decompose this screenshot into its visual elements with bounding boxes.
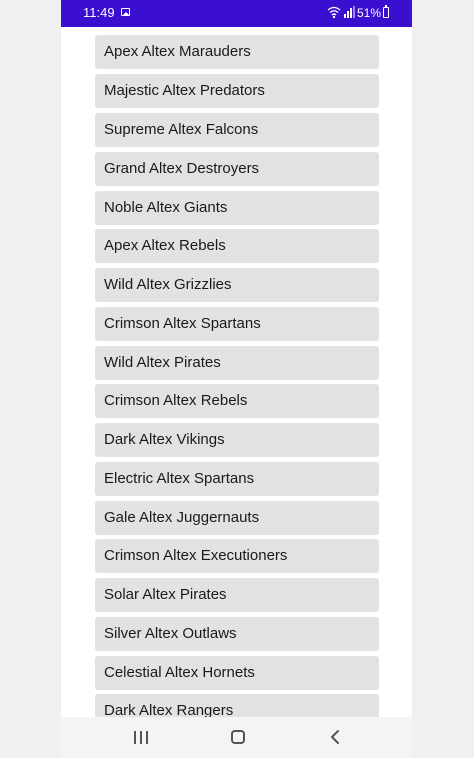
list-item[interactable]: Gale Altex Juggernauts [95, 501, 379, 535]
list-item[interactable]: Silver Altex Outlaws [95, 617, 379, 651]
list-item[interactable]: Crimson Altex Rebels [95, 384, 379, 418]
image-icon [121, 8, 130, 16]
phone-screen: 11:49 51% Apex Altex Marauders Majestic … [61, 0, 412, 758]
list-item[interactable]: Dark Altex Vikings [95, 423, 379, 457]
battery-icon [383, 5, 389, 18]
list-item[interactable]: Apex Altex Rebels [95, 229, 379, 263]
list-item[interactable]: Apex Altex Marauders [95, 35, 379, 69]
recents-icon[interactable] [134, 731, 148, 744]
battery-percentage: 51% [357, 6, 382, 20]
list-item[interactable]: Majestic Altex Predators [95, 74, 379, 108]
status-bar: 11:49 51% [61, 0, 412, 27]
list-item[interactable]: Supreme Altex Falcons [95, 113, 379, 147]
list-item[interactable]: Wild Altex Grizzlies [95, 268, 379, 302]
list-item[interactable]: Celestial Altex Hornets [95, 656, 379, 690]
signal-icon [344, 6, 355, 18]
back-icon[interactable] [329, 729, 341, 745]
home-icon[interactable] [231, 730, 245, 744]
status-time: 11:49 [83, 5, 115, 20]
list-item[interactable]: Solar Altex Pirates [95, 578, 379, 612]
list-item[interactable]: Noble Altex Giants [95, 191, 379, 225]
list-item[interactable]: Crimson Altex Spartans [95, 307, 379, 341]
team-list-container[interactable]: Apex Altex Marauders Majestic Altex Pred… [79, 27, 411, 717]
list-item[interactable]: Dark Altex Rangers [95, 694, 379, 717]
list-item[interactable]: Grand Altex Destroyers [95, 152, 379, 186]
navigation-bar [61, 717, 412, 758]
wifi-icon [327, 6, 341, 19]
list-item[interactable]: Wild Altex Pirates [95, 346, 379, 380]
list-item[interactable]: Crimson Altex Executioners [95, 539, 379, 573]
list-item[interactable]: Electric Altex Spartans [95, 462, 379, 496]
